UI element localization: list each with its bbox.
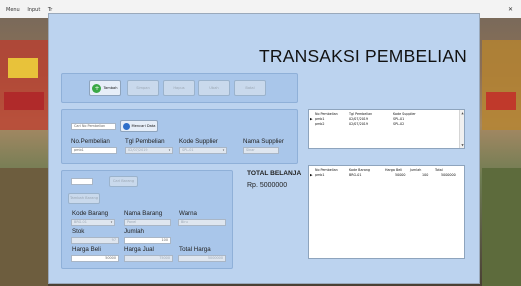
jumlah-label: Jumlah (124, 228, 144, 235)
column-header[interactable]: Kode Supplier (393, 112, 416, 116)
no-pembelian-field[interactable]: pmb1 (71, 147, 117, 154)
chevron-down-icon: ▾ (110, 220, 113, 224)
pembelian-table[interactable]: No Pembelian Tgl Pembelian Kode Supplier… (308, 109, 465, 149)
table-cell[interactable]: SPL-02 (393, 122, 404, 126)
table-cell[interactable]: pmb2 (315, 122, 325, 126)
table-cell[interactable]: pmb1 (315, 173, 325, 177)
column-header[interactable]: Jumlah (410, 168, 421, 172)
table-cell[interactable]: 5000000 (441, 173, 456, 177)
row-selector-icon: ▶ (310, 173, 313, 177)
batal-button[interactable]: Batal (234, 80, 266, 96)
table-cell[interactable]: SPL-01 (393, 117, 404, 121)
detail-table[interactable]: No Pembelian Kode Barang Harga Beli Juml… (308, 165, 465, 259)
warna-field[interactable]: Biru (178, 219, 226, 226)
column-header[interactable]: Kode Barang (349, 168, 370, 172)
tgl-pembelian-label: Tgl Pembelian (125, 138, 165, 145)
transaksi-pembelian-form: TRANSAKSI PEMBELIAN + Tambah Simpan Hapus… (48, 13, 480, 284)
table-cell[interactable]: 50000 (395, 173, 406, 177)
search-icon (122, 122, 130, 130)
menu-item-menu[interactable]: Menu (6, 7, 20, 13)
table-cell[interactable]: 02/07/2019 (349, 117, 368, 121)
warna-label: Warna (179, 210, 197, 217)
kode-barang-label: Kode Barang (72, 210, 109, 217)
kode-supplier-label: Kode Supplier (179, 138, 218, 145)
total-harga-field[interactable]: 5000000 (178, 255, 226, 262)
simpan-button[interactable]: Simpan (127, 80, 159, 96)
toolbar-panel: + Tambah Simpan Hapus Ubah Batal (61, 73, 298, 103)
tgl-pembelian-value: 02/07/2019 (128, 148, 148, 152)
nama-barang-label: Nama Barang (124, 210, 163, 217)
tgl-pembelian-picker[interactable]: 02/07/2019 ▾ (125, 147, 173, 154)
total-harga-label: Total Harga (179, 246, 211, 253)
nama-supplier-field[interactable]: Sinar (243, 147, 279, 154)
kode-supplier-select[interactable]: SPL-01 ▾ (179, 147, 227, 154)
harga-beli-label: Harga Beli (72, 246, 101, 253)
cari-pembelian-input[interactable]: Cari No Pembelian (71, 123, 116, 130)
table-cell[interactable]: pmb1 (315, 117, 325, 121)
nama-supplier-label: Nama Supplier (243, 138, 284, 145)
no-pembelian-label: No.Pembelian (71, 138, 110, 145)
add-icon: + (92, 83, 102, 93)
jumlah-field[interactable]: 100 (124, 237, 171, 244)
kode-supplier-value: SPL-01 (182, 148, 194, 152)
ubah-button[interactable]: Ubah (198, 80, 230, 96)
vertical-scrollbar[interactable]: ▲ ▼ (459, 110, 464, 148)
table-cell[interactable]: 100 (422, 173, 428, 177)
table-cell[interactable]: BRG-01 (349, 173, 362, 177)
chevron-down-icon: ▾ (168, 148, 171, 152)
pembelian-panel: Cari No Pembelian Mencari Data No.Pembel… (61, 109, 298, 164)
harga-beli-field[interactable]: 50000 (71, 255, 119, 262)
column-header[interactable]: No Pembelian (315, 168, 338, 172)
tambah-label: Tambah (103, 86, 118, 90)
column-header[interactable]: Harga Beli (385, 168, 402, 172)
column-header[interactable]: No Pembelian (315, 112, 338, 116)
mencari-data-button[interactable]: Mencari Data (120, 120, 158, 132)
column-header[interactable]: Total (435, 168, 443, 172)
menu-item-input[interactable]: Input (27, 7, 40, 13)
stok-label: Stok (72, 228, 85, 235)
total-belanja-value: Rp. 5000000 (247, 182, 288, 189)
cari-barang-input[interactable] (71, 178, 93, 185)
kode-barang-value: BRG-01 (74, 220, 87, 224)
scroll-up-icon[interactable]: ▲ (460, 111, 465, 115)
page-title: TRANSAKSI PEMBELIAN (259, 46, 468, 66)
chevron-down-icon: ▾ (222, 148, 225, 152)
parent-close-icon[interactable]: ✕ (508, 6, 513, 13)
hapus-button[interactable]: Hapus (163, 80, 195, 96)
scroll-down-icon[interactable]: ▼ (460, 143, 465, 147)
nama-barang-field[interactable]: Panel (124, 219, 171, 226)
column-header[interactable]: Tgl Pembelian (349, 112, 372, 116)
mencari-data-label: Mencari Data (131, 124, 156, 128)
barang-panel: Cari Barang Tambah Barang Kode Barang BR… (61, 170, 233, 269)
kode-barang-select[interactable]: BRG-01 ▾ (71, 219, 115, 226)
tambah-barang-button[interactable]: Tambah Barang (68, 193, 100, 204)
cari-barang-button[interactable]: Cari Barang (109, 176, 138, 187)
tambah-button[interactable]: + Tambah (89, 80, 121, 96)
stok-field[interactable]: 97 (71, 237, 119, 244)
row-selector-icon: ▶ (310, 117, 313, 121)
harga-jual-field[interactable]: 75000 (124, 255, 173, 262)
total-belanja-label: TOTAL BELANJA (247, 170, 302, 177)
harga-jual-label: Harga Jual (124, 246, 154, 253)
table-cell[interactable]: 02/07/2019 (349, 122, 368, 126)
